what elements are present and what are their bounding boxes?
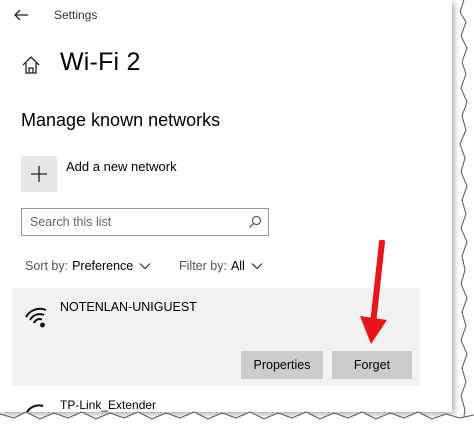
chevron-down-icon <box>139 263 151 270</box>
back-button[interactable] <box>10 6 32 24</box>
plus-icon <box>31 166 47 182</box>
annotation-arrow <box>360 240 387 344</box>
wifi-icon <box>25 307 47 328</box>
arrow-left-icon <box>14 9 28 21</box>
properties-button[interactable]: Properties <box>241 351 323 379</box>
home-icon <box>22 56 40 74</box>
app-title: Settings <box>54 8 98 22</box>
search-icon[interactable] <box>248 215 262 229</box>
sort-label: Sort by: <box>25 259 69 273</box>
section-title: Manage known networks <box>21 110 221 130</box>
search-box[interactable] <box>21 208 269 236</box>
filter-dropdown[interactable]: Filter by: All <box>179 259 263 273</box>
forget-button[interactable]: Forget <box>332 351 412 379</box>
filter-value: All <box>230 259 245 273</box>
sort-value: Preference <box>72 259 134 273</box>
search-input[interactable] <box>30 212 240 232</box>
network-name: NOTENLAN-UNIGUEST <box>60 300 197 314</box>
add-network-label[interactable]: Add a new network <box>66 159 177 174</box>
filter-label: Filter by: <box>179 259 227 273</box>
torn-edge-right <box>450 0 474 428</box>
title-bar: Settings <box>0 0 452 30</box>
page-title: Wi-Fi 2 <box>60 48 141 76</box>
chevron-down-icon <box>251 263 263 270</box>
settings-window: Settings Wi-Fi 2 Manage known networks A… <box>0 0 452 412</box>
torn-edge-bottom <box>0 411 474 428</box>
screenshot: Settings Wi-Fi 2 Manage known networks A… <box>0 0 474 428</box>
add-network-button[interactable] <box>21 156 57 192</box>
sort-dropdown[interactable]: Sort by: Preference <box>25 259 151 273</box>
